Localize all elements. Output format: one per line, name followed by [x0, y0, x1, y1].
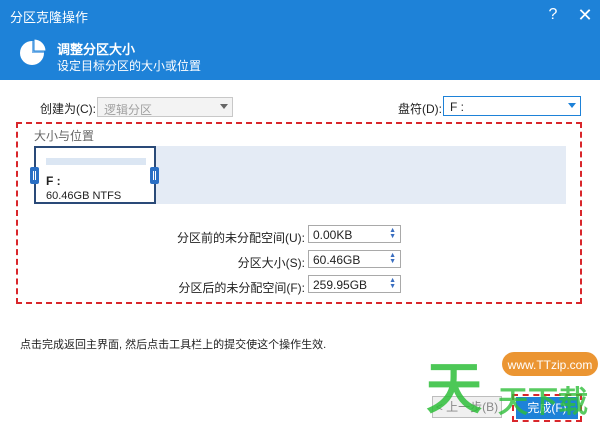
chevron-down-icon — [220, 104, 228, 109]
title-bar: 分区克隆操作 ? ✕ — [0, 0, 600, 30]
partition-size-stepper[interactable]: 60.46GB ▲ ▼ — [308, 250, 401, 268]
close-button[interactable]: ✕ — [574, 4, 596, 26]
dialog-header: 调整分区大小 设定目标分区的大小或位置 — [0, 30, 600, 80]
window-title: 分区克隆操作 — [10, 10, 89, 25]
pie-chart-icon — [20, 38, 47, 65]
unallocated-after-label: 分区后的未分配空间(F): — [178, 281, 305, 295]
spin-arrows-icon[interactable]: ▲ ▼ — [389, 277, 396, 290]
svg-text:www.TTzip.com: www.TTzip.com — [507, 358, 593, 372]
watermark-logo: www.TTzip.com 天 天下载 — [426, 352, 598, 421]
svg-text:天下载: 天下载 — [498, 385, 588, 420]
spin-arrows-icon[interactable]: ▲ ▼ — [389, 227, 396, 240]
drive-letter-select[interactable]: F : — [443, 96, 581, 116]
partition-block[interactable]: F : 60.46GB NTFS — [34, 146, 156, 204]
unallocated-after-value: 259.95GB — [313, 278, 368, 292]
partition-size-label: 分区大小(S): — [237, 256, 305, 270]
help-button[interactable]: ? — [542, 4, 564, 26]
partition-name: F : — [46, 174, 61, 188]
svg-text:天: 天 — [426, 357, 482, 421]
header-title: 调整分区大小 — [57, 42, 136, 57]
group-title: 大小与位置 — [34, 127, 95, 144]
unallocated-after-stepper[interactable]: 259.95GB ▲ ▼ — [308, 275, 401, 293]
left-resize-handle[interactable] — [30, 167, 39, 184]
header-subtitle: 设定目标分区的大小或位置 — [57, 59, 202, 73]
spin-arrows-icon[interactable]: ▲ ▼ — [389, 252, 396, 265]
hint-text: 点击完成返回主界面, 然后点击工具栏上的提交使这个操作生效. — [20, 339, 327, 351]
create-as-value: 逻辑分区 — [104, 103, 153, 117]
create-as-select[interactable]: 逻辑分区 — [97, 97, 233, 117]
unallocated-before-label: 分区前的未分配空间(U): — [177, 231, 305, 245]
partition-size-value: 60.46GB — [313, 253, 361, 267]
unallocated-before-stepper[interactable]: 0.00KB ▲ ▼ — [308, 225, 401, 243]
chevron-down-icon — [568, 103, 576, 108]
right-resize-handle[interactable] — [150, 167, 159, 184]
create-as-label: 创建为(C): — [40, 102, 96, 116]
unallocated-before-value: 0.00KB — [313, 228, 353, 242]
partition-info: 60.46GB NTFS — [46, 190, 122, 202]
partition-usage-bar — [46, 158, 146, 165]
drive-letter-label: 盘符(D): — [398, 102, 442, 116]
drive-letter-value: F : — [450, 100, 464, 114]
